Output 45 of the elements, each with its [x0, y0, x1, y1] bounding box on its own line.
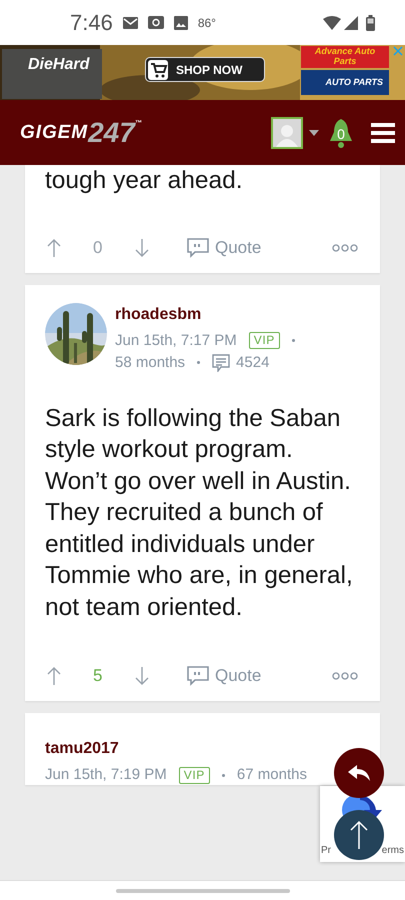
ad-banner[interactable]: DieHard SHOP NOW Advance Auto Parts AUTO PARTS: [0, 45, 405, 100]
mail-icon: [122, 16, 138, 28]
ad-partner: AUTO PARTS: [301, 70, 389, 95]
battery-icon: [366, 14, 375, 30]
terms-link[interactable]: erms: [382, 843, 404, 858]
more-icon[interactable]: [332, 244, 358, 252]
username[interactable]: rhoadesbm: [115, 304, 307, 324]
post-body: tough year ahead.: [45, 166, 244, 196]
caret-icon[interactable]: [309, 130, 319, 136]
clock: 7:46: [70, 9, 113, 37]
arrow-up-icon: [350, 820, 368, 850]
tenure: 67 months: [236, 765, 307, 785]
post-count: 4524: [236, 352, 270, 372]
vote-count: 5: [93, 665, 104, 688]
privacy-link[interactable]: Pr: [321, 843, 331, 858]
post-body: Sark is following the Saban style workout program. Won’t go over well in Austin. They recruited a bunch of entitled individuals under Tommie who are, in general, not team oriented.: [45, 404, 354, 622]
notification-count: 0: [336, 124, 346, 144]
ad-retailer: Advance Auto Parts: [301, 46, 389, 68]
more-icon[interactable]: [332, 672, 358, 680]
quote-icon: [187, 666, 209, 686]
downvote-icon[interactable]: [135, 238, 149, 258]
vote-count: 0: [93, 236, 104, 259]
home-handle[interactable]: [116, 888, 290, 892]
upvote-icon[interactable]: [47, 666, 61, 686]
signal-icon: [344, 16, 358, 30]
vip-badge: VIP: [248, 332, 280, 349]
wifi-icon: [323, 16, 341, 30]
image-icon: [174, 16, 188, 30]
downvote-icon[interactable]: [135, 666, 149, 686]
username[interactable]: tamu2017: [45, 739, 307, 759]
tenure: 58 months: [115, 352, 186, 372]
reply-icon: [348, 765, 370, 781]
ad-brand: DieHard: [28, 55, 90, 75]
temperature: 86°: [198, 14, 216, 32]
menu-icon[interactable]: [371, 122, 395, 142]
upvote-icon[interactable]: [47, 238, 61, 258]
cart-icon: [148, 60, 168, 80]
quote-icon: [187, 238, 209, 258]
vip-badge: VIP: [178, 766, 210, 784]
camera-icon: [148, 16, 164, 29]
post-date: Jun 15th, 7:19 PM: [45, 765, 167, 785]
posts-icon: [212, 354, 230, 372]
avatar-button[interactable]: [271, 116, 303, 148]
post-date: Jun 15th, 7:17 PM: [115, 330, 237, 350]
user-icon: [276, 122, 298, 146]
